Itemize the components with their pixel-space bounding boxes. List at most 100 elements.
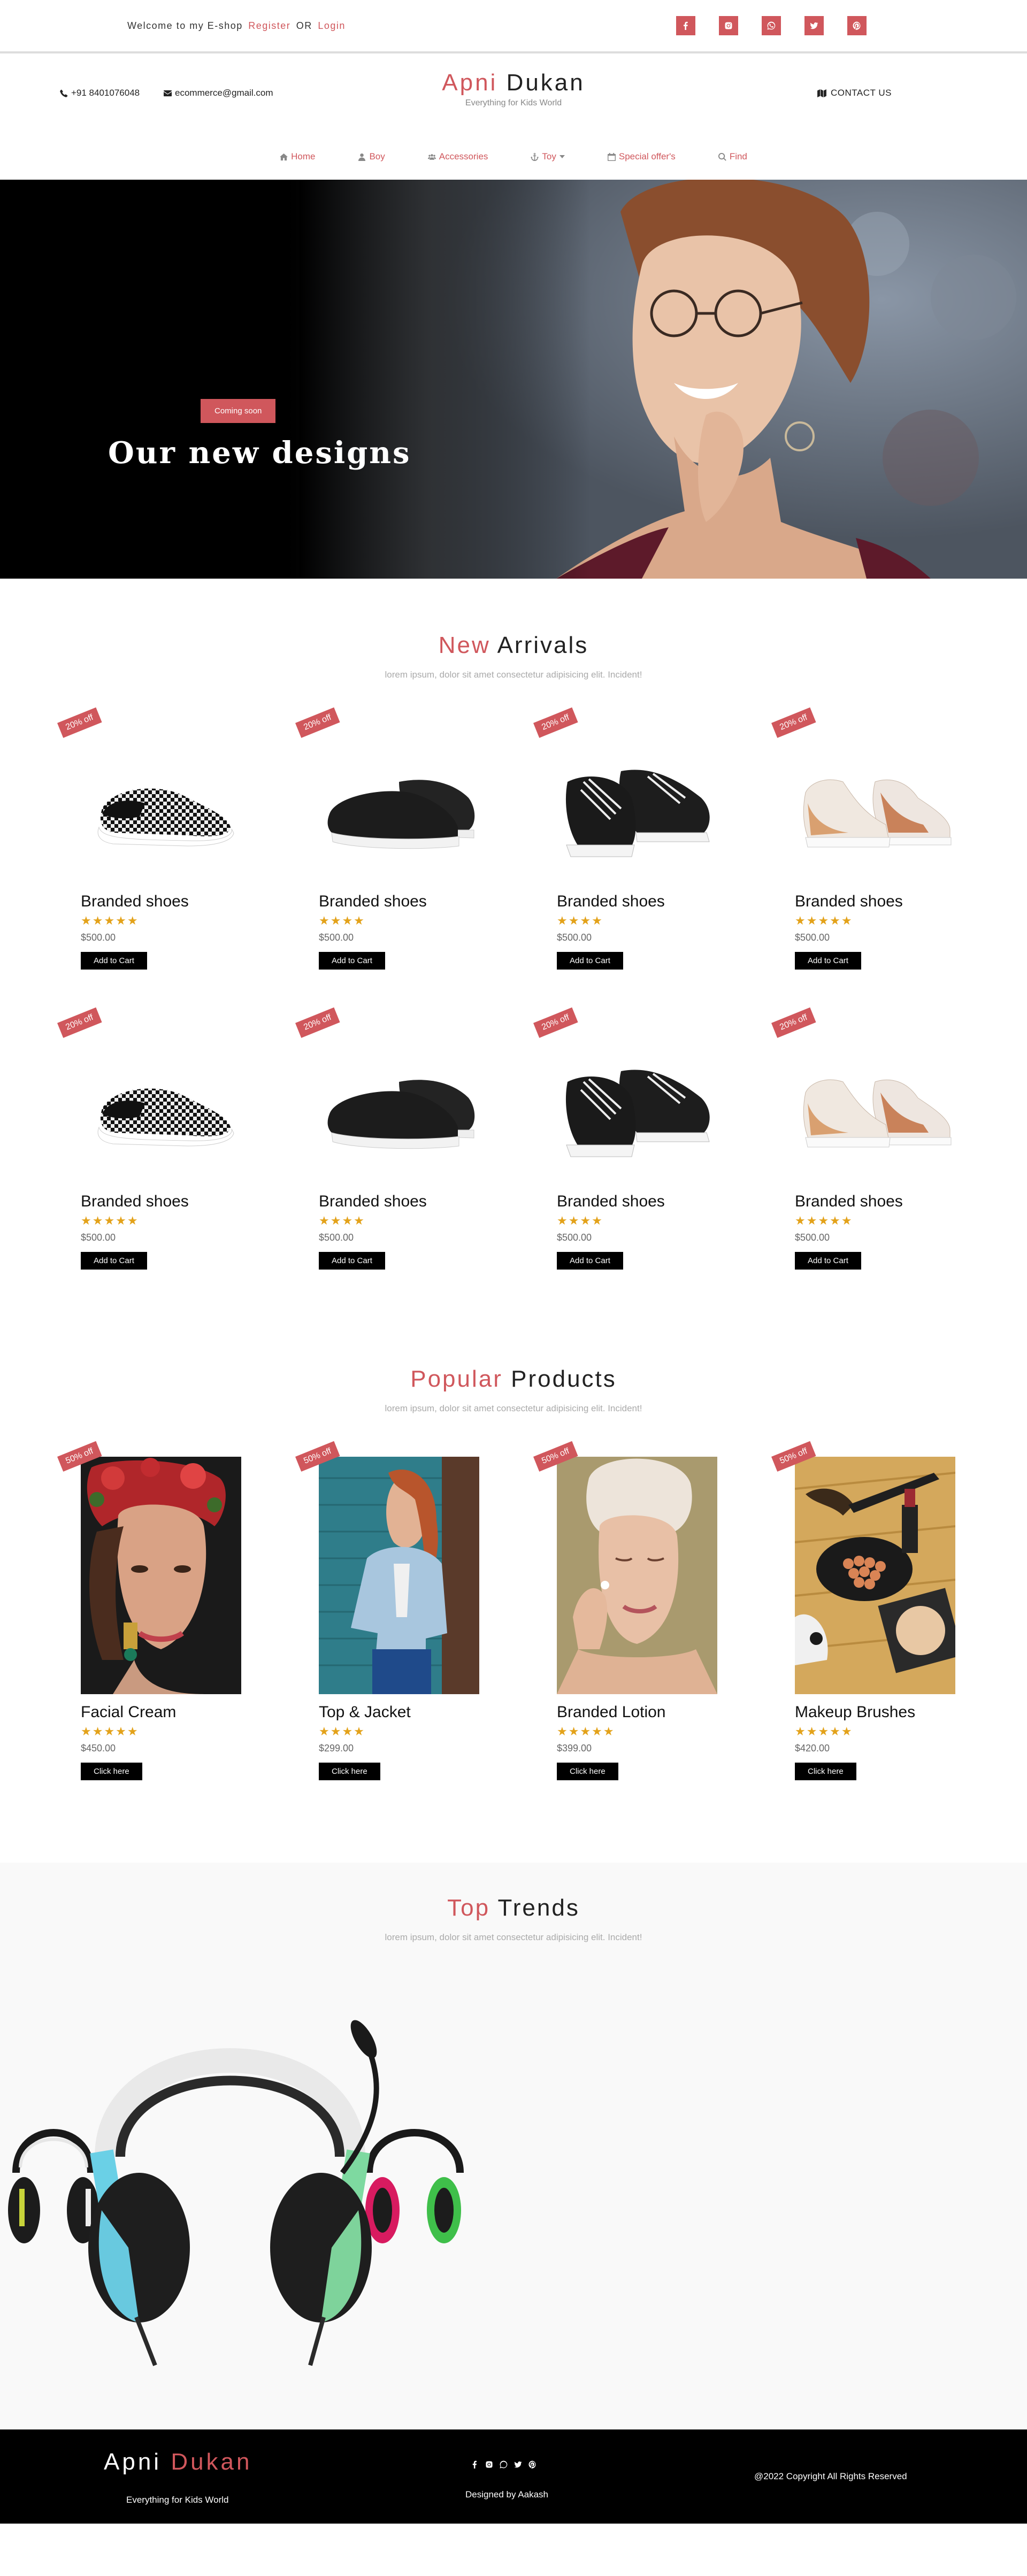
product-title[interactable]: Branded Lotion — [557, 1703, 750, 1721]
brand-first: Apni — [442, 70, 498, 96]
product-card[interactable]: 20% off Branded shoes ★★★★★ $500.00 Add … — [36, 1007, 274, 1270]
nav-boy[interactable]: Boy — [336, 151, 406, 162]
or-label: OR — [296, 20, 312, 31]
product-price: $500.00 — [557, 1232, 592, 1243]
product-title[interactable]: Makeup Brushes — [795, 1703, 988, 1721]
whatsapp-icon[interactable] — [762, 16, 781, 35]
hero-banner: Coming soon Our new designs — [0, 180, 1027, 579]
add-to-cart-button[interactable]: Add to Cart — [81, 952, 147, 970]
checkered-slip-on-shoes-image — [81, 1023, 241, 1183]
arrivals-subtitle: lorem ipsum, dolor sit amet consectetur … — [385, 670, 642, 680]
nav-special-offers[interactable]: Special offer's — [586, 151, 697, 162]
new-arrivals-section: New Arrivals lorem ipsum, dolor sit amet… — [0, 579, 1027, 1270]
pinterest-icon[interactable] — [528, 2460, 537, 2469]
trends-title-accent: Top — [447, 1895, 490, 1921]
product-card[interactable]: 50% off Facial Cream ★★★★★ $450.00 Click… — [36, 1441, 274, 1780]
product-card[interactable]: 20% off Branded shoes ★★★★ $500.00 Add t… — [512, 707, 750, 970]
facial-cream-model-image — [81, 1457, 241, 1694]
brand-second: Dukan — [506, 70, 585, 96]
product-title[interactable]: Top & Jacket — [319, 1703, 512, 1721]
product-title[interactable]: Branded shoes — [795, 893, 988, 911]
facebook-icon[interactable] — [676, 16, 695, 35]
instagram-icon[interactable] — [485, 2460, 493, 2469]
rating-stars: ★★★★★ — [557, 1725, 615, 1738]
nav-special-label: Special offer's — [618, 151, 676, 162]
product-price: $500.00 — [795, 1232, 830, 1243]
product-title[interactable]: Branded shoes — [795, 1193, 988, 1211]
product-title[interactable]: Branded shoes — [81, 1193, 274, 1211]
product-title[interactable]: Branded shoes — [319, 1193, 512, 1211]
black-knit-sneakers-image — [319, 723, 479, 883]
product-title[interactable]: Branded shoes — [557, 1193, 750, 1211]
instagram-icon[interactable] — [719, 16, 738, 35]
add-to-cart-button[interactable]: Add to Cart — [795, 952, 861, 970]
hero-woman-image — [300, 180, 1027, 579]
rating-stars: ★★★★ — [319, 914, 365, 927]
rating-stars: ★★★★★ — [795, 1725, 853, 1738]
map-icon — [817, 89, 826, 97]
coming-soon-badge[interactable]: Coming soon — [201, 399, 276, 423]
nav-boy-label: Boy — [369, 151, 385, 162]
users-icon — [427, 153, 436, 160]
register-link[interactable]: Register — [248, 20, 290, 31]
nav-find[interactable]: Find — [697, 151, 769, 162]
nav-toy-label: Toy — [542, 151, 556, 162]
footer-brand[interactable]: Apni Dukan — [104, 2449, 252, 2475]
site-header: +91 8401076048 ecommerce@gmail.com Apni … — [0, 53, 1027, 134]
product-price: $399.00 — [557, 1743, 592, 1754]
product-card[interactable]: 20% off Branded shoes ★★★★ $500.00 Add t… — [274, 1007, 512, 1270]
arrivals-row-1: 20% off Branded shoes ★★★★★ $500.00 Add … — [36, 707, 991, 970]
product-title[interactable]: Branded shoes — [319, 893, 512, 911]
product-card[interactable]: 50% off Makeup Brushes ★★★★★ $420.00 Cli… — [750, 1441, 988, 1780]
add-to-cart-button[interactable]: Add to Cart — [319, 1252, 385, 1270]
rating-stars: ★★★★★ — [81, 1214, 139, 1227]
rating-stars: ★★★★ — [557, 1214, 603, 1227]
product-card[interactable]: 20% off Branded shoes ★★★★ $500.00 Add t… — [512, 1007, 750, 1270]
product-price: $500.00 — [81, 1232, 116, 1243]
product-title[interactable]: Branded shoes — [81, 893, 274, 911]
login-link[interactable]: Login — [318, 20, 346, 31]
nav-home[interactable]: Home — [258, 151, 336, 162]
popular-subtitle: lorem ipsum, dolor sit amet consectetur … — [385, 1403, 642, 1413]
add-to-cart-button[interactable]: Add to Cart — [81, 1252, 147, 1270]
product-title[interactable]: Facial Cream — [81, 1703, 274, 1721]
contact-label: CONTACT US — [831, 88, 892, 98]
product-price: $420.00 — [795, 1743, 830, 1754]
product-card[interactable]: 20% off Branded shoes ★★★★★ $500.00 Add … — [36, 707, 274, 970]
gaming-headsets-image[interactable] — [0, 1996, 481, 2371]
twitter-icon[interactable] — [804, 16, 824, 35]
product-card[interactable]: 50% off Branded Lotion ★★★★★ $399.00 Cli… — [512, 1441, 750, 1780]
product-card[interactable]: 20% off Branded shoes ★★★★★ $500.00 Add … — [750, 1007, 988, 1270]
nav-toy-dropdown[interactable]: Toy — [509, 151, 586, 162]
nav-accessories[interactable]: Accessories — [407, 151, 510, 162]
product-title[interactable]: Branded shoes — [557, 893, 750, 911]
rating-stars: ★★★★★ — [795, 1214, 853, 1227]
arrivals-title-accent: New — [438, 632, 490, 658]
add-to-cart-button[interactable]: Add to Cart — [319, 952, 385, 970]
twitter-icon[interactable] — [514, 2460, 522, 2469]
search-icon — [718, 152, 726, 161]
whatsapp-icon[interactable] — [500, 2460, 508, 2469]
click-here-button[interactable]: Click here — [319, 1763, 380, 1780]
product-price: $299.00 — [319, 1743, 354, 1754]
facebook-icon[interactable] — [471, 2460, 479, 2469]
product-card[interactable]: 20% off Branded shoes ★★★★ $500.00 Add t… — [274, 707, 512, 970]
product-card[interactable]: 50% off Top & Jacket ★★★★ $299.00 Click … — [274, 1441, 512, 1780]
checkered-slip-on-shoes-image — [81, 723, 241, 883]
add-to-cart-button[interactable]: Add to Cart — [557, 1252, 623, 1270]
top-bar: Welcome to my E-shop Register OR Login — [0, 0, 1027, 53]
click-here-button[interactable]: Click here — [81, 1763, 142, 1780]
popular-grid: 50% off Facial Cream ★★★★★ $450.00 Click… — [36, 1441, 991, 1780]
rating-stars: ★★★★ — [557, 914, 603, 927]
add-to-cart-button[interactable]: Add to Cart — [795, 1252, 861, 1270]
contact-us-link[interactable]: CONTACT US — [817, 88, 892, 98]
user-icon — [358, 153, 366, 161]
denim-jacket-model-image — [319, 1457, 479, 1694]
pinterest-icon[interactable] — [847, 16, 867, 35]
add-to-cart-button[interactable]: Add to Cart — [557, 952, 623, 970]
click-here-button[interactable]: Click here — [795, 1763, 856, 1780]
click-here-button[interactable]: Click here — [557, 1763, 618, 1780]
product-card[interactable]: 20% off Branded shoes ★★★★★ $500.00 Add … — [750, 707, 988, 970]
nav-accessories-label: Accessories — [439, 151, 488, 162]
popular-title-rest: Products — [511, 1366, 617, 1392]
